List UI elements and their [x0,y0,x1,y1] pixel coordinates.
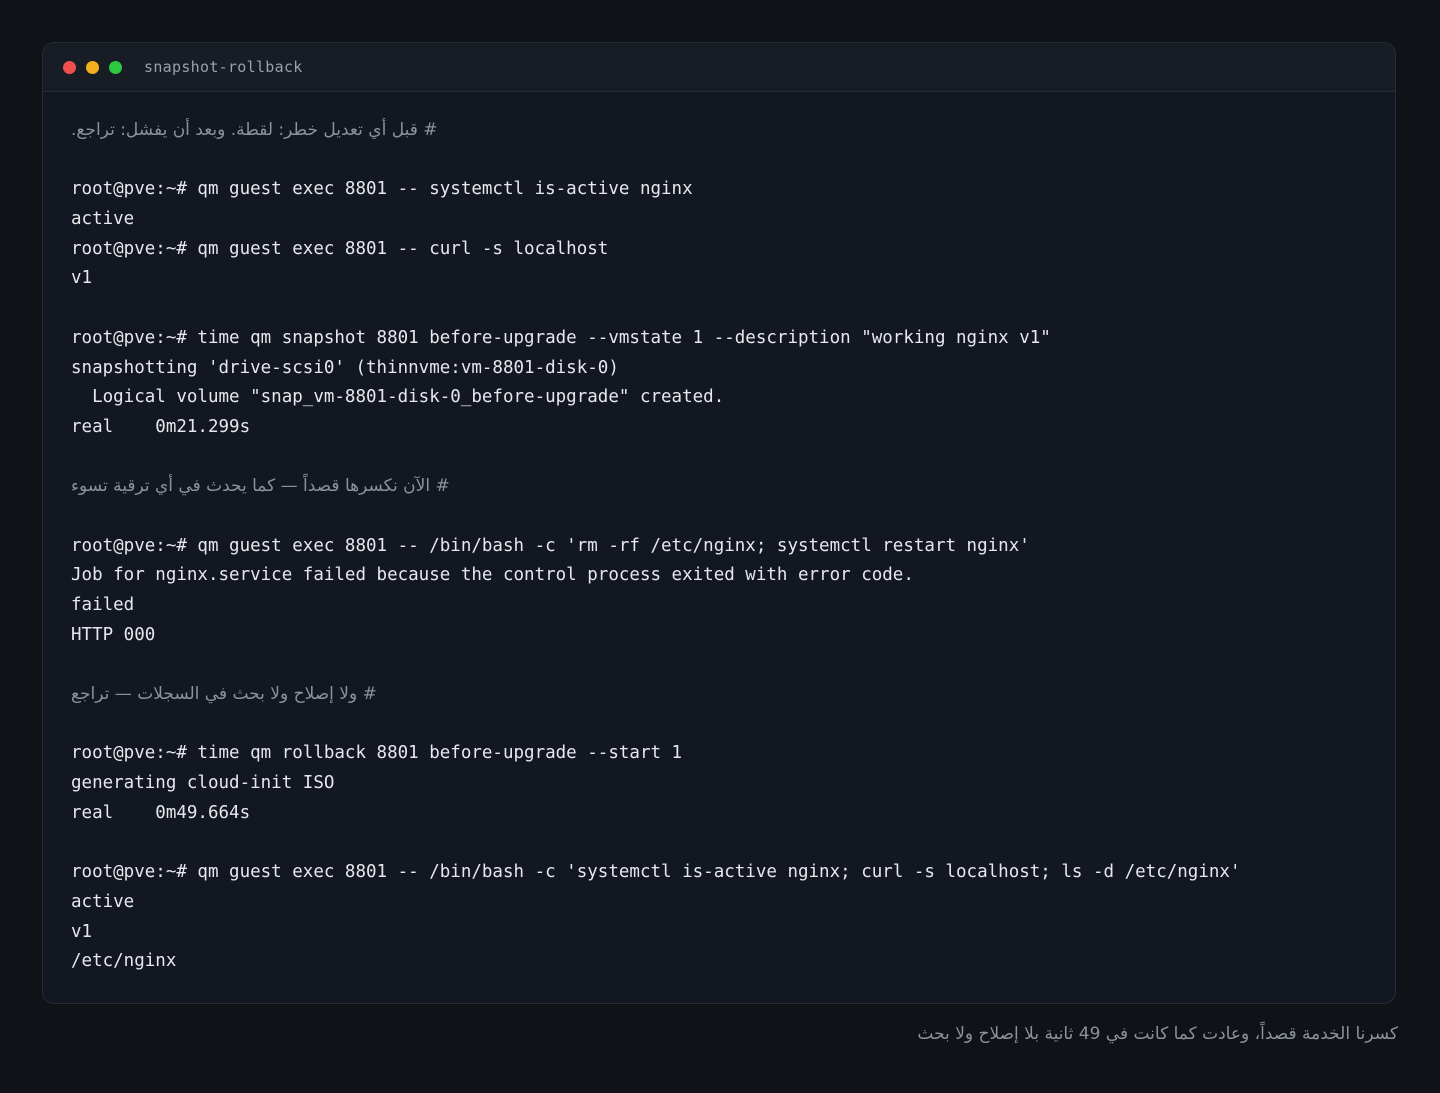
output-line: real 0m21.299s [71,416,251,437]
command-line: root@pve:~# qm guest exec 8801 -- curl -… [71,238,609,259]
comment-text: # ولا إصلاح ولا بحث في السجلات — تراجع [71,684,377,705]
output-line: v1 [71,268,93,289]
command-line: root@pve:~# time qm snapshot 8801 before… [71,327,1051,348]
output-line: failed [71,595,135,615]
minimize-window-button[interactable] [86,60,99,74]
output-line: /etc/nginx [71,951,177,972]
comment-text: # قبل أي تعديل خطر: لقطة. وبعد أن يفشل: … [71,120,438,140]
output-line: Logical volume "snap_vm-8801-disk-0_befo… [71,387,725,408]
output-line: active [71,209,135,230]
comment-line: # قبل أي تعديل خطر: لقطة. وبعد أن يفشل: … [71,116,1395,146]
terminal-window: snapshot-rollback # قبل أي تعديل خطر: لق… [42,42,1396,1004]
output-line: HTTP 000 [71,624,156,645]
output-line: v1 [71,921,93,942]
command-line: root@pve:~# time qm rollback 8801 before… [71,743,683,764]
window-title: snapshot-rollback [144,58,303,76]
maximize-window-button[interactable] [109,60,122,74]
close-window-button[interactable] [63,60,76,74]
comment-text: # الآن نكسرها قصداً — كما يحدث في أي ترق… [71,476,450,497]
title-bar: snapshot-rollback [43,43,1395,92]
output-line: Job for nginx.service failed because the… [71,565,914,586]
terminal-output[interactable]: # قبل أي تعديل خطر: لقطة. وبعد أن يفشل: … [43,92,1395,977]
caption: كسرنا الخدمة قصداً، وعادت كما كانت في 49… [917,1024,1398,1044]
output-line: active [71,891,135,912]
comment-line: # الآن نكسرها قصداً — كما يحدث في أي ترق… [71,472,1395,502]
output-line: real 0m49.664s [71,802,251,823]
output-line: snapshotting 'drive-scsi0' (thinnvme:vm-… [71,357,619,378]
command-line: root@pve:~# qm guest exec 8801 -- /bin/b… [71,862,1241,883]
comment-line: # ولا إصلاح ولا بحث في السجلات — تراجع [71,680,1395,710]
command-line: root@pve:~# qm guest exec 8801 -- /bin/b… [71,535,1030,556]
output-line: generating cloud-init ISO [71,773,335,794]
command-line: root@pve:~# qm guest exec 8801 -- system… [71,179,693,200]
